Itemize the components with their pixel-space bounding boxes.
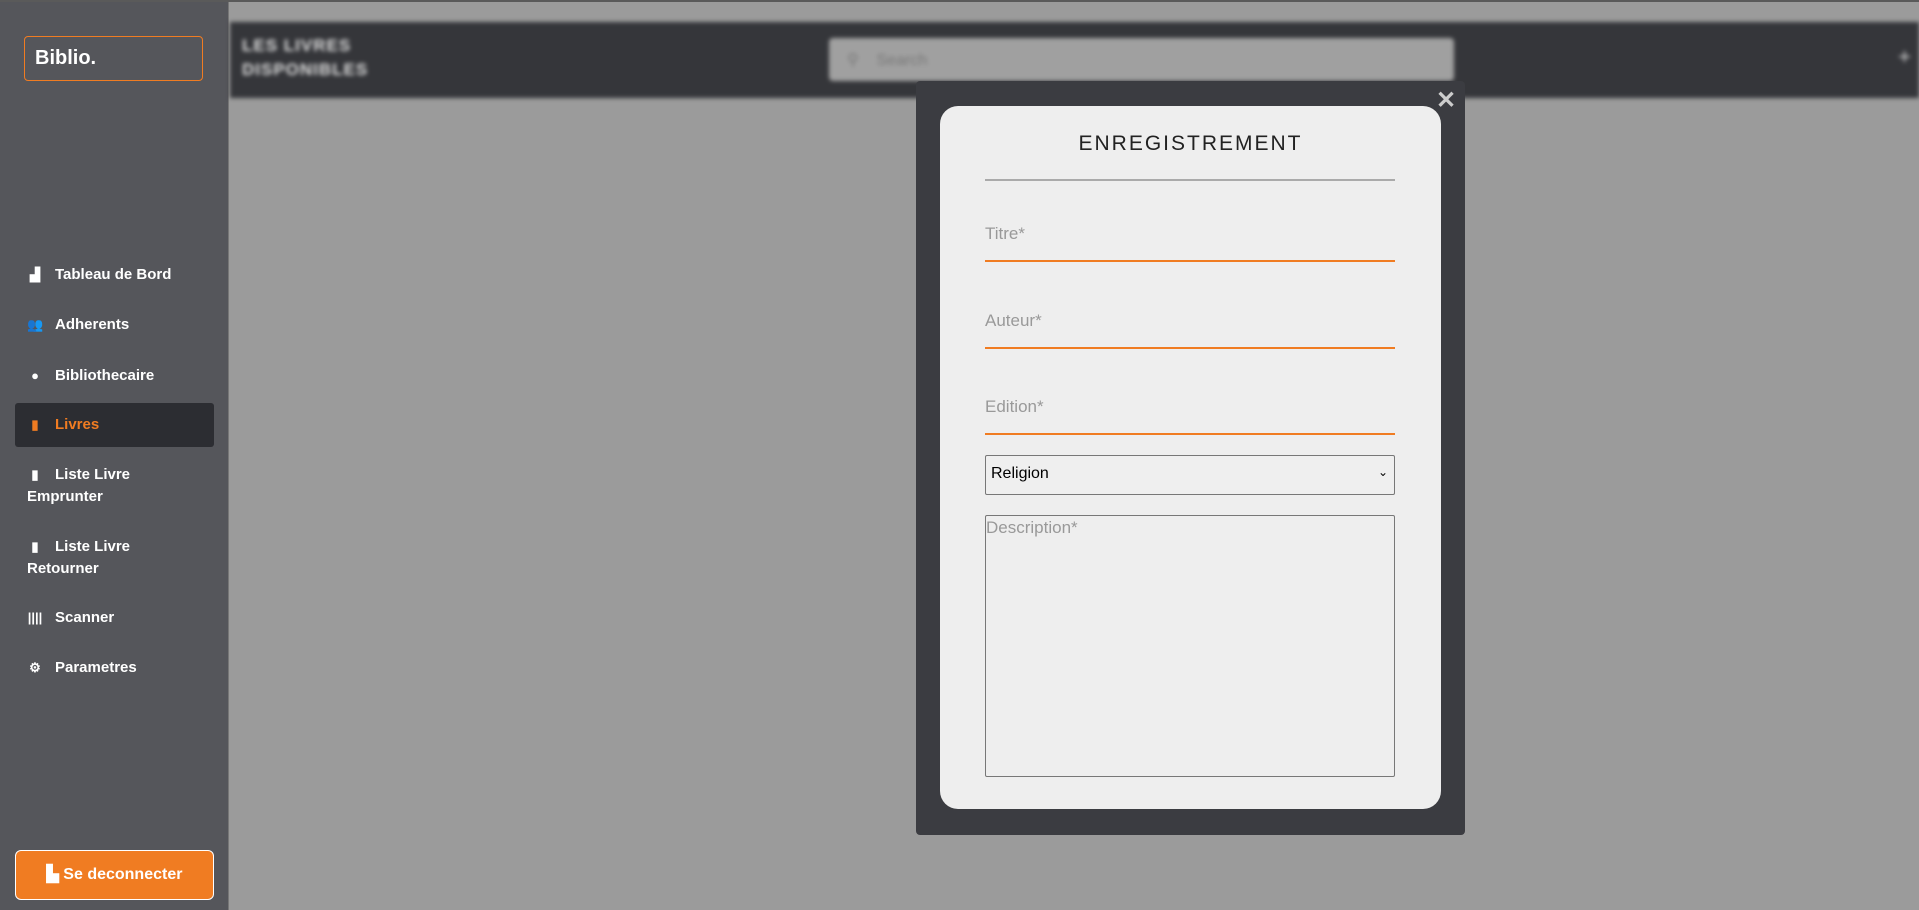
close-icon[interactable]: ✕: [1436, 86, 1456, 115]
book-icon: ▮: [31, 417, 39, 432]
sidebar-item-bibliothecaire[interactable]: ● Bibliothecaire: [15, 365, 214, 387]
add-icon[interactable]: +: [1898, 44, 1911, 70]
divider: [985, 179, 1395, 181]
book-icon: ▮: [31, 539, 39, 554]
page-title: LES LIVRES DISPONIBLES: [242, 36, 369, 79]
sidebar-item-livres[interactable]: ▮ Livres: [15, 403, 214, 447]
sidebar: Biblio. ▟ Tableau de Bord 👥 Adherents ● Bib…: [0, 2, 229, 910]
door-icon: ▙: [46, 866, 64, 883]
book-icon: ▮: [31, 467, 39, 482]
registration-form: ENREGISTREMENT Titre* Auteur* Edition* R…: [940, 106, 1441, 809]
search-icon: ⚲: [847, 52, 864, 69]
sidebar-item-scanner[interactable]: |||| Scanner: [15, 607, 214, 629]
search-input[interactable]: ⚲ Search: [829, 38, 1454, 81]
barcode-icon: ||||: [27, 610, 43, 625]
description-textarea[interactable]: Description*: [985, 515, 1395, 777]
auteur-input[interactable]: Auteur*: [985, 299, 1395, 349]
titre-input[interactable]: Titre*: [985, 212, 1395, 262]
form-title: ENREGISTREMENT: [1078, 132, 1303, 155]
users-icon: 👥: [27, 317, 44, 332]
sidebar-item-liste-livre-retourner[interactable]: ▮ Liste Livre Retourner: [15, 536, 185, 580]
sidebar-item-adherents[interactable]: 👥 Adherents: [15, 314, 214, 336]
category-select[interactable]: Religion ⌄: [985, 455, 1395, 495]
window-top-border: [0, 0, 1919, 2]
logo[interactable]: Biblio.: [24, 36, 203, 81]
sidebar-item-liste-livre-emprunter[interactable]: ▮ Liste Livre Emprunter: [15, 464, 185, 508]
user-icon: ●: [31, 368, 39, 383]
logout-button[interactable]: ▙ Se deconnecter: [15, 850, 214, 900]
sidebar-item-parametres[interactable]: ⚙ Parametres: [15, 657, 214, 679]
sidebar-item-tableau-de-bord[interactable]: ▟ Tableau de Bord: [15, 264, 214, 286]
chart-icon: ▟: [30, 267, 40, 282]
gear-icon: ⚙: [29, 660, 41, 675]
edition-input[interactable]: Edition*: [985, 385, 1395, 435]
chevron-down-icon: ⌄: [1377, 465, 1388, 479]
